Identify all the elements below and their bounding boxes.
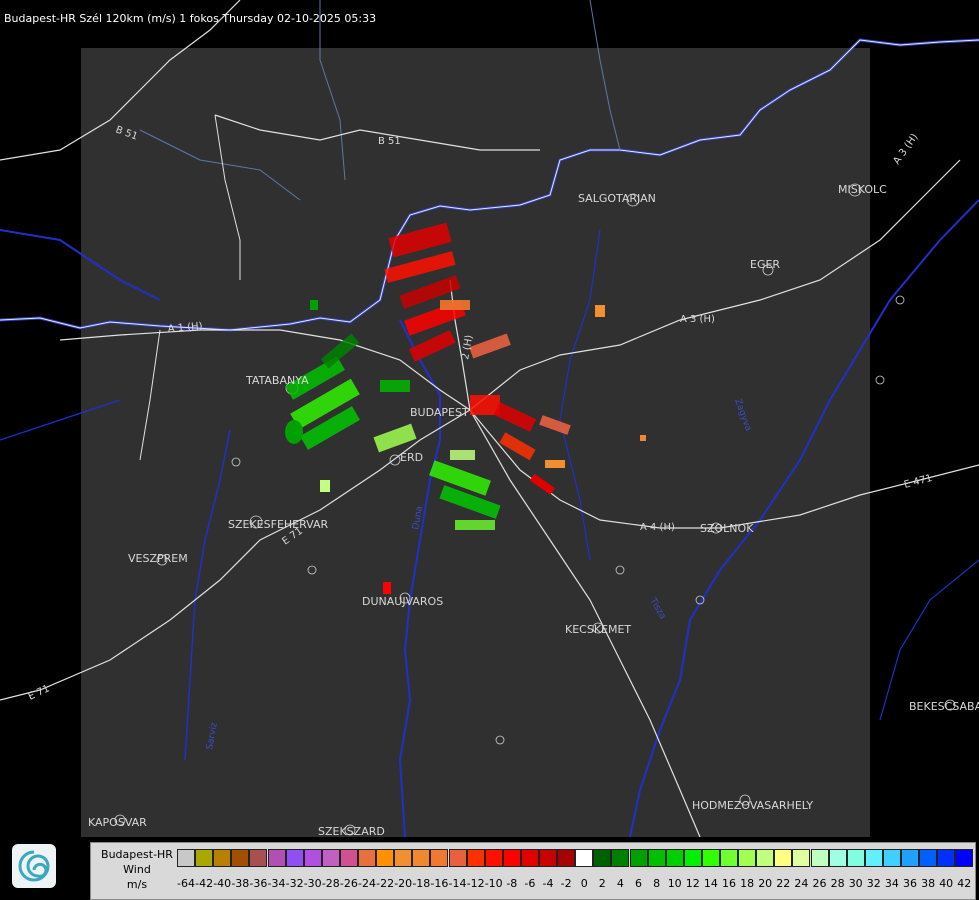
city-label-szekesfehervar: SZEKESFEHERVAR (228, 518, 329, 531)
legend-swatch (412, 849, 431, 867)
city-label-eger: EGER (750, 258, 780, 271)
road-label-a3: A 3 (H) (680, 314, 715, 325)
legend-swatch (919, 849, 938, 867)
legend-swatch (484, 849, 503, 867)
legend-swatch (339, 849, 358, 867)
road-label-a4: A 4 (H) (640, 522, 675, 533)
legend-swatch (593, 849, 612, 867)
road-label-b51-east: B 51 (378, 136, 401, 147)
legend-swatch (738, 849, 757, 867)
legend-swatch (882, 849, 901, 867)
legend-swatch (629, 849, 648, 867)
legend-tick: 42 (957, 877, 972, 890)
city-label-kecskemet: KECSKEMET (565, 623, 631, 636)
legend-swatch (358, 849, 376, 867)
city-label-tatabanya: TATABANYA (245, 374, 309, 387)
legend-swatch (756, 849, 775, 867)
legend-swatch (466, 849, 485, 867)
legend-swatch (901, 849, 919, 867)
road-label-a3-ne: A 3 (H) (891, 132, 920, 167)
city-label-salgotarjan: SALGOTARJAN (578, 192, 656, 205)
legend-swatch (955, 849, 974, 867)
legend-swatch (937, 849, 956, 867)
legend-swatch (231, 849, 250, 867)
city-label-dunaujvaros: DUNAUJVAROS (362, 595, 443, 608)
logo (12, 844, 56, 888)
legend-swatch (267, 849, 286, 867)
legend-swatch (720, 849, 738, 867)
legend-swatch (321, 849, 340, 867)
legend-swatch (575, 849, 594, 867)
legend-swatch (665, 849, 684, 867)
city-label-kaposvar: KAPOSVAR (88, 816, 147, 829)
legend-unit: m/s (126, 878, 148, 891)
city-label-erd: ERD (400, 451, 423, 464)
legend-swatch (846, 849, 865, 867)
legend-swatch (557, 849, 576, 867)
legend-label: Budapest-HR Wind m/s (91, 843, 183, 899)
legend-swatch (611, 849, 630, 867)
legend-swatch (303, 849, 322, 867)
legend-swatch (828, 849, 847, 867)
legend-swatch (864, 849, 883, 867)
legend-swatch (195, 849, 214, 867)
legend-swatch (177, 849, 195, 867)
legend-swatch (520, 849, 539, 867)
legend-swatch (774, 849, 793, 867)
legend-swatch (539, 849, 557, 867)
city-label-budapest: BUDAPEST (410, 406, 469, 419)
city-label-hodmezovasarhely: HODMEZOVASARHELY (692, 799, 813, 812)
city-label-szolnok: SZOLNOK (700, 522, 754, 535)
legend-swatch (683, 849, 702, 867)
legend-swatch (448, 849, 467, 867)
city-label-veszprem: VESZPREM (128, 552, 188, 565)
legend-swatch (647, 849, 666, 867)
wind-legend: Budapest-HR Wind m/s -64 -42 -40 -38 -36 -34-… (90, 842, 976, 900)
city-label-miskolc: MISKOLC (838, 183, 887, 196)
swirl-logo-icon (18, 850, 50, 882)
legend-swatch (430, 849, 449, 867)
city-label-szekszard: SZEKSZARD (318, 825, 385, 838)
city-label-bekescsaba: BEKESCSABA (909, 700, 979, 713)
legend-swatch (792, 849, 811, 867)
legend-title: Budapest-HR (101, 848, 173, 861)
legend-swatch (394, 849, 413, 867)
legend-swatch (213, 849, 232, 867)
road-label-e71b: E 71 (27, 683, 52, 702)
legend-swatch (376, 849, 395, 867)
road-label-e471: E 471 (903, 473, 933, 491)
legend-swatch (285, 849, 304, 867)
legend-quantity: Wind (123, 863, 151, 876)
legend-swatch (249, 849, 268, 867)
radar-coverage-area (81, 48, 870, 837)
radar-map: SALGOTARJAN MISKOLC EGER TATABANYA BUDAP… (0, 0, 979, 838)
legend-swatch (810, 849, 829, 867)
legend-swatch (502, 849, 521, 867)
legend-swatch (701, 849, 720, 867)
